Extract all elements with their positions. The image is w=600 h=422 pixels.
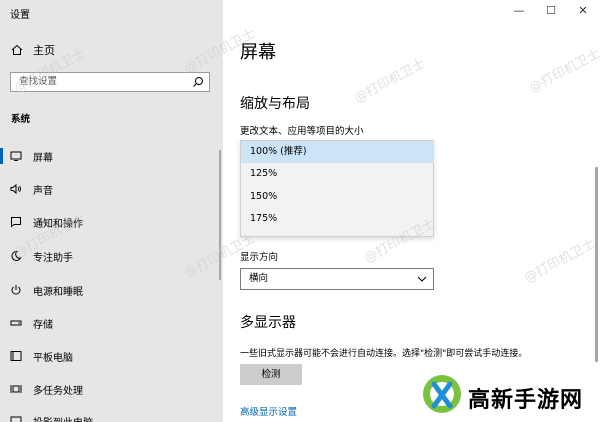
search-icon: [193, 77, 203, 87]
scale-option[interactable]: 150%: [241, 186, 434, 208]
text-size-label: 更改文本、应用等项目的大小: [240, 126, 364, 137]
brand-logo-text: 高新手游网: [468, 388, 584, 413]
sidebar-item-label: 声音: [33, 186, 53, 197]
sidebar-item-sound[interactable]: 声音: [0, 178, 223, 200]
orientation-value: 横向: [249, 273, 269, 284]
multi-display-description: 一些旧式显示器可能不会进行自动连接。选择"检测"即可尝试手动连接。: [240, 349, 528, 359]
sidebar-item-label: 屏幕: [33, 153, 53, 164]
sidebar-item-display[interactable]: 屏幕: [0, 145, 223, 167]
orientation-label: 显示方向: [240, 252, 279, 263]
sidebar-item-label: 平板电脑: [33, 353, 73, 364]
close-button[interactable]: ✕: [573, 4, 593, 17]
window-title: 设置: [10, 10, 30, 21]
advanced-display-settings-link[interactable]: 高级显示设置: [240, 404, 297, 418]
sidebar-item-power[interactable]: 电源和睡眠: [0, 279, 223, 301]
sidebar-item-label: 投影到此电脑: [33, 414, 93, 422]
sidebar-item-storage[interactable]: 存储: [0, 312, 223, 334]
scale-option[interactable]: 100% (推荐): [241, 141, 434, 163]
sidebar-item-label: 电源和睡眠: [33, 287, 83, 298]
multi-display-section-title: 多显示器: [240, 315, 296, 331]
sidebar-item-project[interactable]: 投影到此电脑: [0, 410, 223, 422]
sidebar-item-label: 存储: [33, 320, 53, 331]
chevron-down-icon: [417, 276, 427, 282]
scale-option[interactable]: 125%: [241, 163, 434, 185]
storage-icon: [10, 320, 22, 326]
orientation-dropdown[interactable]: 横向: [240, 268, 434, 290]
detect-button[interactable]: 检测: [240, 364, 302, 385]
home-icon: [11, 44, 23, 55]
section-label: 系统: [11, 114, 31, 125]
power-icon: [11, 285, 21, 295]
main-scrollbar[interactable]: [595, 167, 598, 362]
home-label: 主页: [33, 44, 55, 57]
maximize-button[interactable]: ☐: [541, 4, 561, 17]
brand-logo-icon: [423, 375, 461, 413]
speaker-icon: [10, 183, 21, 195]
tablet-icon: [10, 351, 22, 361]
scale-dropdown-list[interactable]: 100% (推荐) 125% 150% 175%: [240, 140, 434, 237]
sidebar-item-label: 多任务处理: [33, 386, 83, 397]
project-icon: [10, 416, 22, 422]
scale-section-title: 缩放与布局: [240, 96, 310, 112]
monitor-icon: [10, 151, 22, 161]
home-nav-item[interactable]: 主页: [11, 42, 55, 58]
notification-icon: [11, 217, 21, 228]
multitask-icon: [10, 385, 22, 393]
sidebar-item-notifications[interactable]: 通知和操作: [0, 211, 223, 233]
sidebar-item-multitasking[interactable]: 多任务处理: [0, 378, 223, 400]
sidebar-item-label: 专注助手: [33, 253, 73, 264]
minimize-button[interactable]: —: [509, 4, 529, 17]
sidebar-item-tablet[interactable]: 平板电脑: [0, 345, 223, 367]
